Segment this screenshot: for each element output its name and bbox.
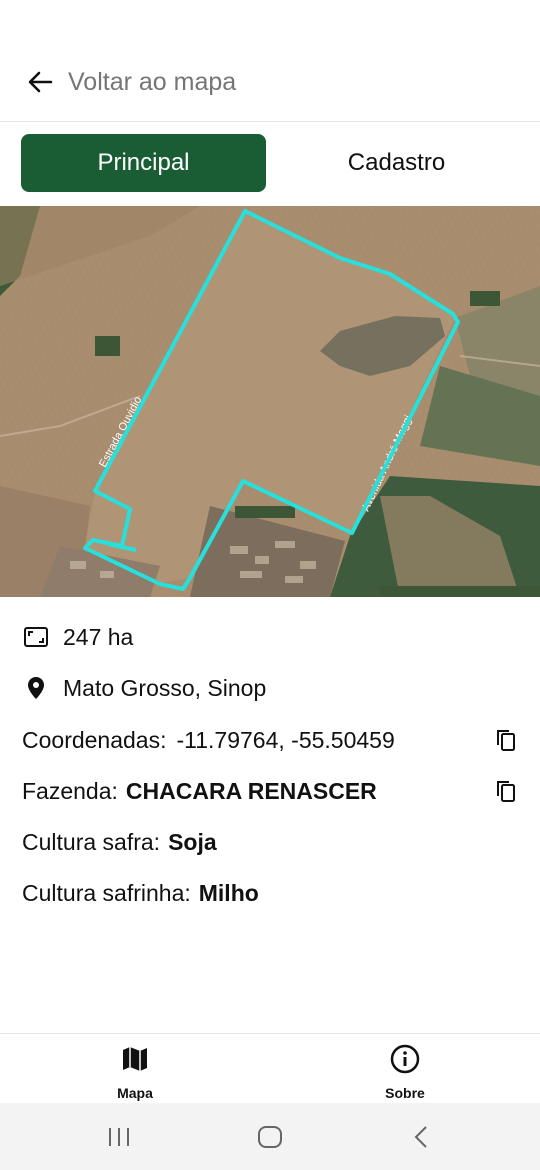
farm-label: Fazenda:: [22, 777, 118, 804]
app-header: Voltar ao mapa: [0, 0, 540, 122]
tab-bar: Principal Cadastro: [0, 122, 540, 206]
nav-mapa[interactable]: Mapa: [75, 1044, 195, 1101]
coords-row: Coordenadas: -11.79764, -55.50459: [22, 720, 395, 760]
nav-mapa-label: Mapa: [117, 1085, 153, 1101]
nav-sobre-label: Sobre: [385, 1085, 425, 1101]
info-icon: [390, 1044, 420, 1079]
copy-farm-icon[interactable]: [494, 779, 518, 803]
home-icon[interactable]: [256, 1123, 284, 1151]
back-label[interactable]: Voltar ao mapa: [68, 68, 236, 97]
farm-value: CHACARA RENASCER: [125, 777, 377, 804]
tab-principal[interactable]: Principal: [21, 134, 266, 192]
back-icon[interactable]: [408, 1123, 436, 1151]
back-arrow-icon[interactable]: [24, 66, 56, 98]
area-row: 247 ha: [22, 617, 133, 657]
tab-cadastro[interactable]: Cadastro: [274, 134, 519, 192]
safra-value: Soja: [168, 828, 217, 855]
safrinha-row: Cultura safrinha: Milho: [22, 873, 259, 913]
aspect-ratio-icon: [22, 623, 50, 651]
copy-coords-icon[interactable]: [494, 728, 518, 752]
safra-row: Cultura safra: Soja: [22, 822, 217, 862]
farm-row: Fazenda: CHACARA RENASCER: [22, 771, 377, 811]
location-value: Mato Grosso, Sinop: [63, 674, 267, 701]
coords-value: -11.79764, -55.50459: [176, 726, 395, 753]
coords-label: Coordenadas:: [22, 726, 167, 753]
bottom-navigation: Mapa Sobre: [0, 1033, 540, 1104]
system-nav-bar: [0, 1103, 540, 1170]
nav-sobre[interactable]: Sobre: [345, 1044, 465, 1101]
map-canvas: Estrada Ouvidio Avenida André Maggi: [0, 206, 540, 597]
safrinha-label: Cultura safrinha:: [22, 879, 191, 906]
area-value: 247 ha: [63, 623, 134, 650]
satellite-map[interactable]: Estrada Ouvidio Avenida André Maggi: [0, 206, 540, 597]
safrinha-value: Milho: [198, 879, 259, 906]
map-icon: [120, 1044, 150, 1079]
safra-label: Cultura safra:: [22, 828, 161, 855]
location-row: Mato Grosso, Sinop: [22, 668, 266, 708]
recent-apps-icon[interactable]: [105, 1123, 133, 1151]
location-pin-icon: [22, 674, 50, 702]
